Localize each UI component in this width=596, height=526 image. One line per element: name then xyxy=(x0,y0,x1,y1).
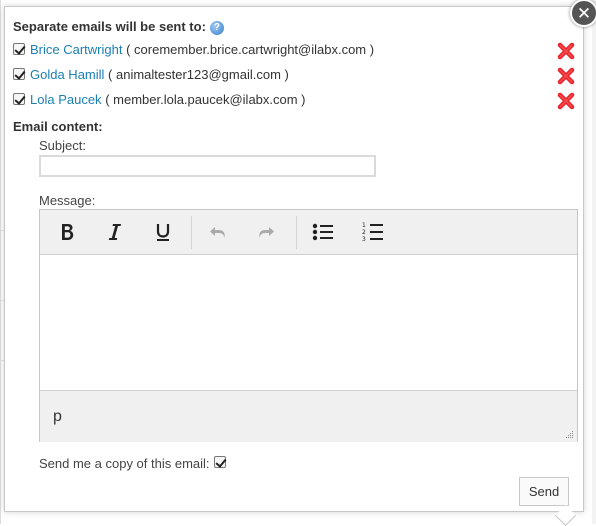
remove-recipient-icon[interactable] xyxy=(557,67,575,85)
recipient-row: Lola Paucek ( member.lola.paucek@ilabx.c… xyxy=(13,92,306,110)
send-copy-label: Send me a copy of this email: xyxy=(39,456,210,471)
recipients-header: Separate emails will be sent to:? xyxy=(13,19,224,35)
resize-grip-icon[interactable] xyxy=(564,429,574,439)
bold-icon xyxy=(62,224,74,240)
email-content-label: Email content: xyxy=(13,119,103,134)
recipient-name-link[interactable]: Lola Paucek xyxy=(30,92,102,107)
recipient-checkbox[interactable] xyxy=(13,68,25,80)
editor-statusbar: p xyxy=(40,390,577,442)
numbered-list-icon: 1 2 3 xyxy=(362,222,383,243)
message-body-area[interactable] xyxy=(40,255,577,390)
recipient-checkbox[interactable] xyxy=(13,93,25,105)
redo-button[interactable] xyxy=(251,219,281,245)
subject-label: Subject: xyxy=(39,138,86,153)
redo-icon xyxy=(259,227,274,238)
bullet-list-button[interactable] xyxy=(308,219,338,245)
recipients-header-text: Separate emails will be sent to: xyxy=(13,19,206,34)
recipient-email: ( animaltester123@gmail.com ) xyxy=(108,67,289,82)
remove-recipient-icon[interactable] xyxy=(557,92,575,110)
bold-button[interactable] xyxy=(52,219,82,245)
undo-icon xyxy=(210,227,225,238)
close-icon[interactable]: ✕ xyxy=(570,0,596,27)
editor-toolbar: 1 2 3 xyxy=(40,210,577,255)
italic-button[interactable] xyxy=(100,219,130,245)
recipient-email: ( coremember.brice.cartwright@ilabx.com … xyxy=(126,42,375,57)
recipient-checkbox[interactable] xyxy=(13,43,25,55)
message-label: Message: xyxy=(39,193,96,208)
recipient-row: Brice Cartwright ( coremember.brice.cart… xyxy=(13,42,374,60)
recipient-name-link[interactable]: Brice Cartwright xyxy=(30,42,122,57)
svg-text:1: 1 xyxy=(362,222,366,229)
send-copy-row: Send me a copy of this email: xyxy=(39,456,231,471)
bullet-list-icon xyxy=(312,223,333,241)
send-button[interactable]: Send xyxy=(519,477,569,506)
italic-icon xyxy=(108,224,121,240)
recipient-name-link[interactable]: Golda Hamill xyxy=(30,67,104,82)
svg-text:3: 3 xyxy=(362,236,366,243)
underline-button[interactable] xyxy=(148,219,178,245)
background-page-scroll-edge xyxy=(592,0,596,524)
element-path[interactable]: p xyxy=(53,408,62,426)
remove-recipient-icon[interactable] xyxy=(557,42,575,60)
send-email-dialog: Separate emails will be sent to:? Brice … xyxy=(4,6,584,512)
send-copy-checkbox[interactable] xyxy=(213,456,226,468)
svg-text:2: 2 xyxy=(362,229,366,236)
recipient-email: ( member.lola.paucek@ilabx.com ) xyxy=(105,92,306,107)
subject-input[interactable] xyxy=(39,155,376,177)
background-page-edge xyxy=(0,0,1,524)
message-editor: 1 2 3 p xyxy=(39,209,578,442)
underline-icon xyxy=(156,224,170,241)
help-icon[interactable]: ? xyxy=(209,21,224,35)
undo-button[interactable] xyxy=(203,219,233,245)
recipient-row: Golda Hamill ( animaltester123@gmail.com… xyxy=(13,67,289,85)
numbered-list-button[interactable]: 1 2 3 xyxy=(358,219,388,245)
